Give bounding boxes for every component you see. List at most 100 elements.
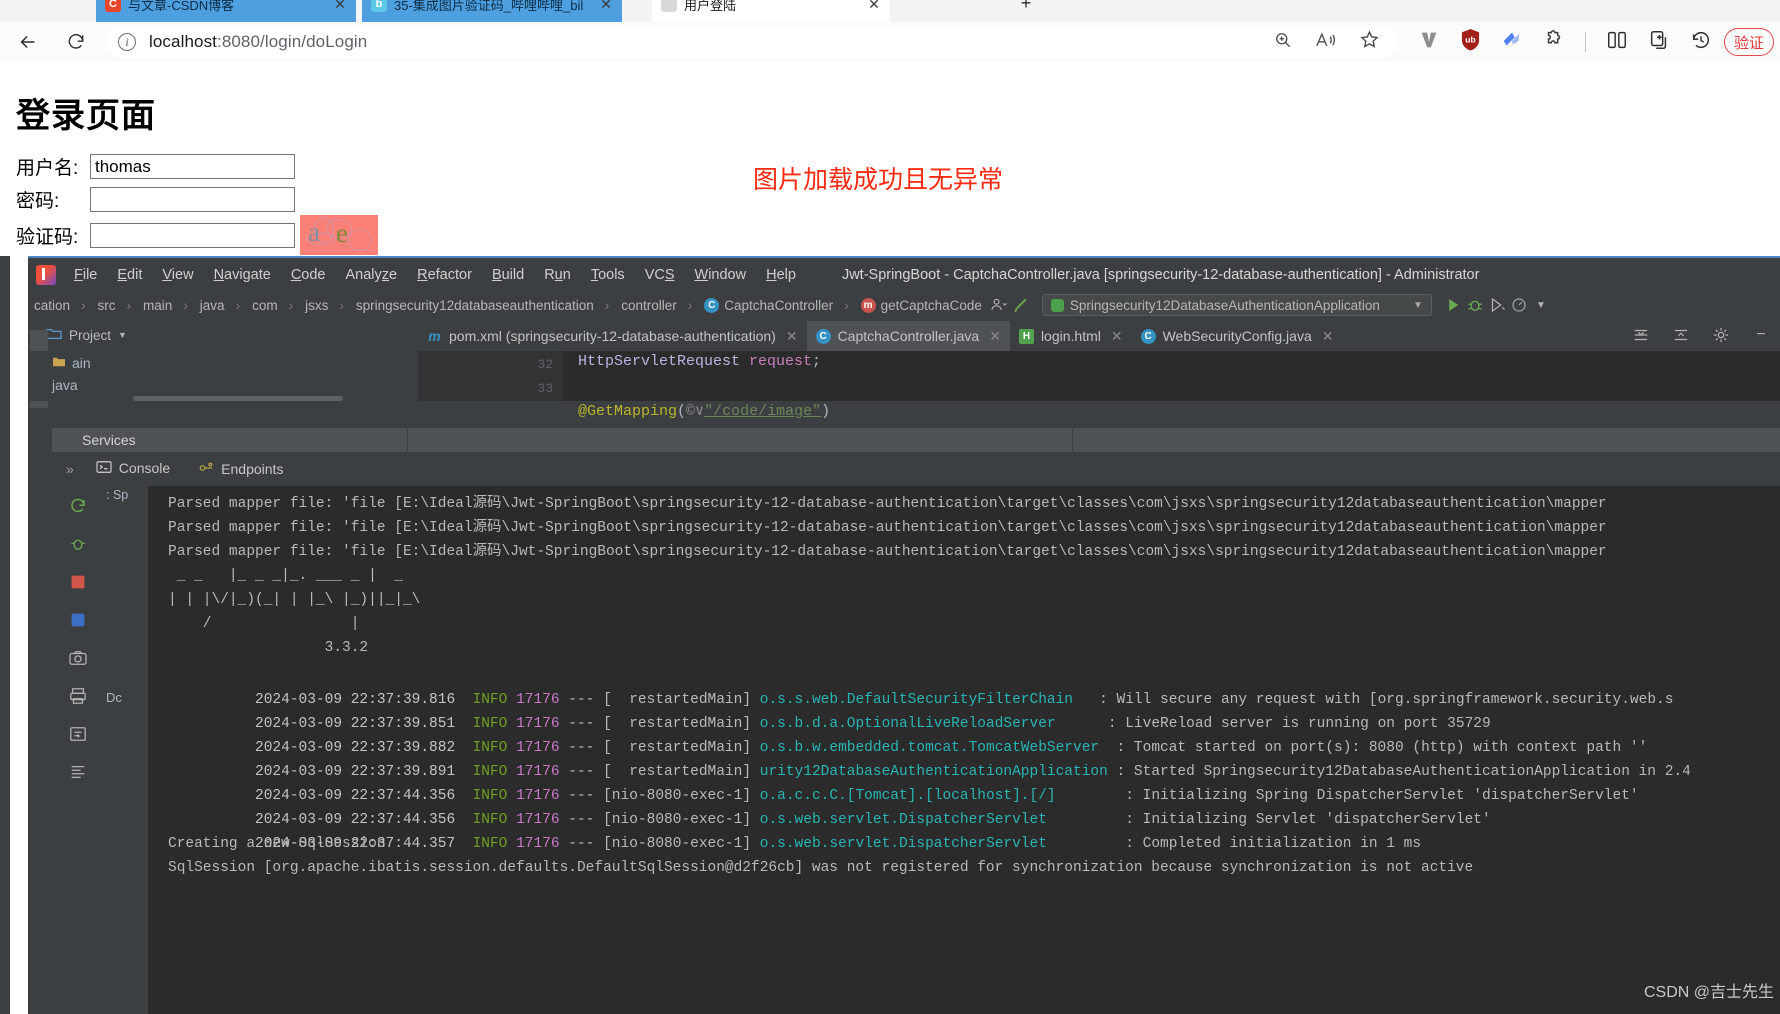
breadcrumb-class[interactable]: C CaptchaController › <box>698 297 854 313</box>
services-tree-item[interactable]: : Sp <box>106 488 128 502</box>
chevron-down-icon[interactable]: ▼ <box>1413 300 1423 311</box>
tab-close-icon[interactable]: ✕ <box>599 0 613 13</box>
soft-wrap-icon[interactable] <box>66 722 90 746</box>
menu-item-file[interactable]: File <box>64 267 107 283</box>
breadcrumb-package[interactable]: springsecurity12databaseauthentication › <box>350 298 615 313</box>
run-with-coverage-button[interactable] <box>1486 294 1508 316</box>
site-info-icon[interactable]: i <box>118 33 136 51</box>
captcha-char-1: e <box>336 218 348 248</box>
intellij-logo-icon <box>36 264 56 285</box>
menu-item-window[interactable]: Window <box>685 267 757 283</box>
breadcrumb-jsxs[interactable]: jsxs › <box>299 298 350 313</box>
menu-item-analyze[interactable]: Analyze <box>336 267 408 283</box>
debug-icon[interactable] <box>66 532 90 556</box>
suspend-icon[interactable] <box>66 608 90 632</box>
debug-button[interactable] <box>1464 294 1486 316</box>
ublock-icon[interactable]: ub <box>1460 28 1481 56</box>
new-tab-button[interactable]: + <box>1012 0 1040 18</box>
tab-favicon-csdn: C <box>105 0 121 12</box>
tab-title: 35-集成图片验证码_哔哩哔哩_bil <box>394 0 584 13</box>
status-message: 图片加载成功且无异常 <box>753 166 1004 194</box>
java-method-icon: m <box>860 297 876 313</box>
code-editor[interactable]: 32 33 HttpServletRequest request; @GetMa… <box>418 351 1780 420</box>
address-bar[interactable]: i localhost:8080/login/doLogin <box>106 26 1398 58</box>
verify-badge[interactable]: 验证 <box>1723 28 1774 56</box>
tab-close-icon[interactable]: ✕ <box>783 328 798 345</box>
menu-item-help[interactable]: Help <box>756 267 806 283</box>
captcha-input[interactable] <box>90 223 295 248</box>
java-class-icon: C <box>704 297 720 313</box>
menu-item-vcs[interactable]: VCS <box>635 267 685 283</box>
menu-item-build[interactable]: Build <box>482 267 534 283</box>
scroll-to-end-icon[interactable] <box>66 760 90 784</box>
collections-icon[interactable] <box>1648 29 1670 56</box>
captcha-image[interactable]: a e <box>300 215 378 255</box>
puzzle-icon[interactable] <box>1543 29 1565 56</box>
menu-item-code[interactable]: Code <box>281 267 336 283</box>
services-tree-item-dc[interactable]: Dc <box>106 690 122 705</box>
build-hammer-icon[interactable] <box>1010 294 1032 316</box>
run-button[interactable] <box>1442 294 1464 316</box>
breadcrumb-controller[interactable]: controller › <box>615 298 698 313</box>
tab-close-icon[interactable]: ✕ <box>986 328 1001 345</box>
zoom-icon[interactable] <box>1273 30 1293 55</box>
menu-item-navigate[interactable]: Navigate <box>204 267 281 283</box>
menu-item-view[interactable]: View <box>152 267 203 283</box>
project-tree-panel: ain java <box>28 351 418 401</box>
browser-tab-0[interactable]: C 与文章-CSDN博客 ✕ <box>96 0 356 22</box>
tab-favicon-bilibili: b <box>371 0 387 12</box>
stop-icon[interactable] <box>66 570 90 594</box>
chevron-down-icon[interactable]: ▼ <box>1530 294 1552 316</box>
username-input[interactable] <box>90 154 295 179</box>
run-configuration-selector[interactable]: Springsecurity12DatabaseAuthenticationAp… <box>1041 294 1432 316</box>
services-tab-console[interactable]: Console <box>82 460 184 479</box>
breadcrumb-cation[interactable]: cation › <box>28 298 92 313</box>
editor-tab-pom-xml[interactable]: m pom.xml (springsecurity-12-database-au… <box>418 321 807 351</box>
browser-tab-1[interactable]: b 35-集成图片验证码_哔哩哔哩_bil ✕ <box>362 0 622 22</box>
tab-close-icon[interactable]: ✕ <box>1108 328 1123 345</box>
svg-text:ub: ub <box>1465 34 1475 44</box>
vimium-icon[interactable] <box>1418 29 1440 56</box>
editor-tab-captchacontroller[interactable]: C CaptchaController.java ✕ <box>806 321 1010 351</box>
favorite-star-icon[interactable] <box>1359 29 1380 55</box>
console-output[interactable]: Parsed mapper file: 'file [E:\Ideal源码\Jw… <box>148 486 1780 1014</box>
breadcrumb-method[interactable]: m getCaptchaCode <box>855 297 988 313</box>
print-icon[interactable] <box>66 684 90 708</box>
breadcrumb-src[interactable]: src › <box>92 298 138 313</box>
camera-snapshot-icon[interactable] <box>66 646 90 670</box>
tab-close-icon[interactable]: ✕ <box>1319 328 1334 345</box>
services-tree[interactable]: : Sp Dc <box>104 486 148 1014</box>
read-aloud-icon[interactable] <box>1315 30 1337 55</box>
editor-tab-websecurityconfig[interactable]: C WebSecurityConfig.java ✕ <box>1132 321 1343 351</box>
watermark: CSDN @吉士先生 <box>1643 984 1774 1001</box>
html-file-icon: H <box>1018 328 1034 344</box>
reload-button[interactable] <box>56 26 96 58</box>
profiler-button[interactable] <box>1508 294 1530 316</box>
breadcrumb-com[interactable]: com › <box>246 298 299 313</box>
tab-close-icon[interactable]: ✕ <box>867 0 881 13</box>
menu-item-refactor[interactable]: Refactor <box>407 267 482 283</box>
tab-close-icon[interactable]: ✕ <box>333 0 347 13</box>
project-tree-item-java[interactable]: java <box>52 377 78 393</box>
chevron-down-icon[interactable]: ▼ <box>118 330 127 340</box>
overflow-chevron-icon[interactable]: » <box>52 461 82 477</box>
back-button[interactable] <box>8 26 48 58</box>
menu-item-run[interactable]: Run <box>534 267 581 283</box>
menu-item-edit[interactable]: Edit <box>107 267 152 283</box>
rerun-icon[interactable] <box>66 494 90 518</box>
history-icon[interactable] <box>1690 29 1712 56</box>
breadcrumb-java[interactable]: java › <box>194 298 246 313</box>
menu-item-tools[interactable]: Tools <box>581 267 635 283</box>
breadcrumb-main[interactable]: main › <box>137 298 194 313</box>
split-screen-icon[interactable] <box>1606 29 1628 56</box>
project-tree-item-main[interactable]: ain <box>52 355 91 371</box>
browser-tab-2-active[interactable]: 用户登陆 ✕ <box>652 0 890 22</box>
editor-tab-login-html[interactable]: H login.html ✕ <box>1010 321 1132 351</box>
project-horizontal-scrollbar[interactable] <box>133 396 343 401</box>
password-input[interactable] <box>90 187 295 212</box>
console-line: Parsed mapper file: 'file [E:\Ideal源码\Jw… <box>168 544 1607 560</box>
translate-icon[interactable] <box>1501 29 1523 56</box>
user-avatar-icon[interactable] <box>988 294 1010 316</box>
spring-version-line: 3.3.2 <box>168 640 369 656</box>
services-tab-endpoints[interactable]: Endpoints <box>184 461 297 478</box>
